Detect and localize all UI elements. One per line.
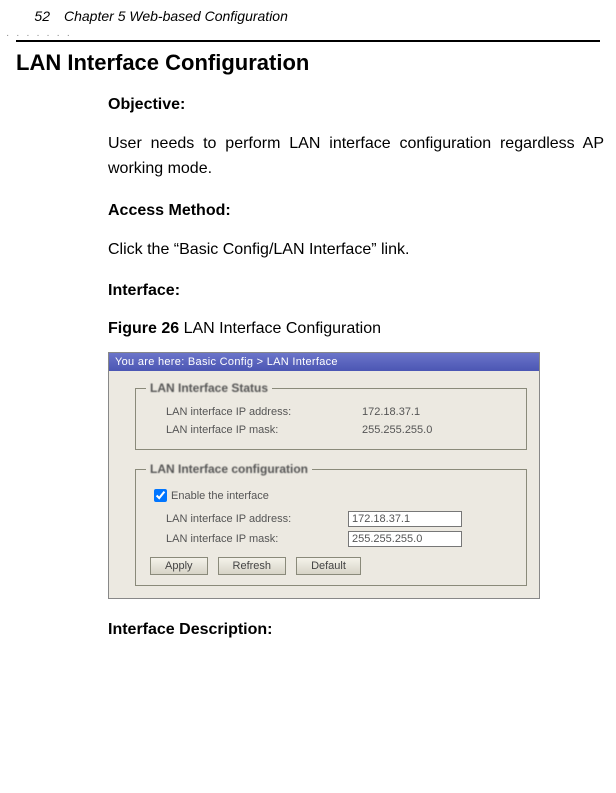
subhead-interface-description: Interface Description: xyxy=(108,621,604,639)
access-method-text: Click the “Basic Config/LAN Interface” l… xyxy=(108,238,604,263)
status-ip-address-label: LAN interface IP address: xyxy=(166,406,362,418)
lan-config-panel: LAN Interface configuration Enable the i… xyxy=(135,462,527,586)
subhead-access-method: Access Method: xyxy=(108,202,604,220)
config-ip-mask-input[interactable] xyxy=(348,531,462,547)
refresh-button[interactable]: Refresh xyxy=(218,557,287,575)
subhead-objective: Objective: xyxy=(108,96,604,114)
config-ip-mask-label: LAN interface IP mask: xyxy=(166,533,348,545)
status-ip-address-value: 172.18.37.1 xyxy=(362,406,516,418)
figure-screenshot: You are here: Basic Config > LAN Interfa… xyxy=(108,352,540,599)
chapter-header: Chapter 5 Web-based Configuration xyxy=(64,8,288,24)
default-button[interactable]: Default xyxy=(296,557,361,575)
objective-text: User needs to perform LAN interface conf… xyxy=(108,132,604,182)
section-title: LAN Interface Configuration xyxy=(16,50,600,76)
status-ip-mask-label: LAN interface IP mask: xyxy=(166,424,362,436)
status-row: LAN interface IP address: 172.18.37.1 xyxy=(146,403,516,421)
figure-caption-text: LAN Interface Configuration xyxy=(179,320,381,337)
config-ip-address-label: LAN interface IP address: xyxy=(166,513,348,525)
enable-interface-checkbox[interactable] xyxy=(154,489,167,502)
lan-status-panel: LAN Interface Status LAN interface IP ad… xyxy=(135,381,527,450)
lan-config-legend: LAN Interface configuration xyxy=(146,462,312,476)
breadcrumb: You are here: Basic Config > LAN Interfa… xyxy=(109,353,539,371)
horizontal-rule xyxy=(16,40,600,42)
lan-status-legend: LAN Interface Status xyxy=(146,381,272,395)
status-ip-mask-value: 255.255.255.0 xyxy=(362,424,516,436)
page-number: 52 xyxy=(6,8,64,24)
figure-caption: Figure 26 LAN Interface Configuration xyxy=(108,320,604,338)
subhead-interface: Interface: xyxy=(108,282,604,300)
decorative-dots: · · · · · · · xyxy=(6,30,72,41)
figure-label: Figure 26 xyxy=(108,320,179,337)
status-row: LAN interface IP mask: 255.255.255.0 xyxy=(146,421,516,439)
enable-interface-label: Enable the interface xyxy=(171,490,269,502)
config-ip-address-input[interactable] xyxy=(348,511,462,527)
apply-button[interactable]: Apply xyxy=(150,557,208,575)
